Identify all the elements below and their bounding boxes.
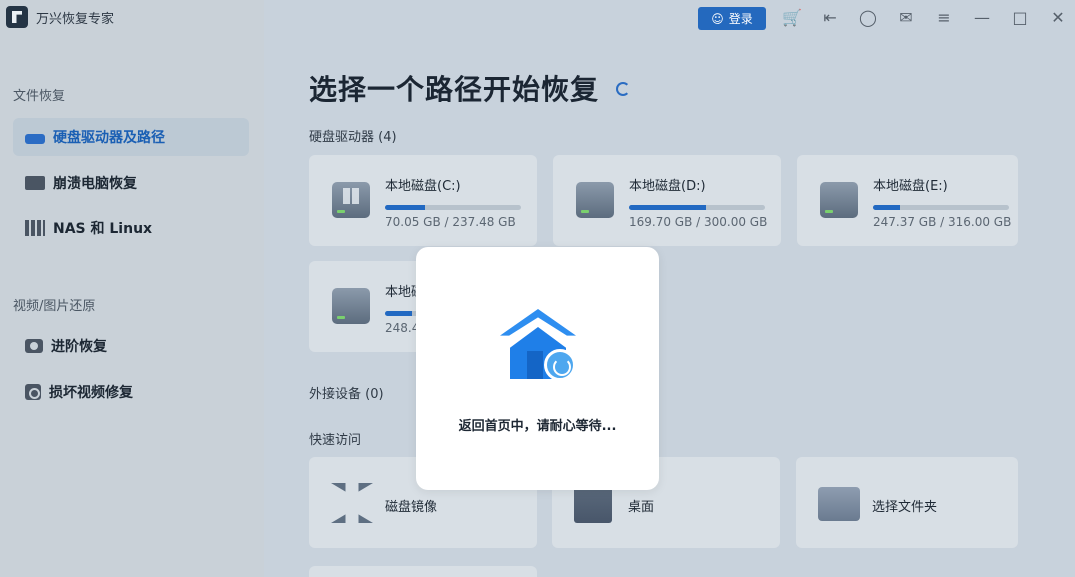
export-icon[interactable]: ⇤ — [820, 9, 840, 27]
app-title: 万兴恢复专家 — [6, 6, 114, 28]
drive-usage-bar — [629, 205, 765, 210]
login-button[interactable]: ☺ 登录 — [698, 7, 766, 30]
minimize-icon[interactable]: — — [972, 9, 992, 27]
quick-select-folder[interactable]: 选择文件夹 — [796, 457, 1018, 548]
loading-dialog: 返回首页中，请耐心等待... — [416, 247, 659, 490]
video-repair-icon — [25, 384, 41, 400]
maximize-icon[interactable]: □ — [1010, 9, 1030, 27]
drive-usage-bar — [873, 205, 1009, 210]
page-title: 选择一个路径开始恢复 — [309, 73, 600, 106]
folder-icon — [818, 487, 860, 521]
quick-access-label: 快速访问 — [309, 433, 362, 448]
headset-icon[interactable]: ◯ — [858, 9, 878, 27]
sidebar-item-label: 硬盘驱动器及路径 — [53, 130, 165, 146]
quick-name: 选择文件夹 — [872, 500, 938, 515]
disk-image-icon — [331, 483, 373, 523]
hard-drive-icon — [332, 288, 370, 324]
loading-message: 返回首页中，请耐心等待... — [458, 419, 617, 434]
sidebar-item-nas-linux[interactable]: NAS 和 Linux — [13, 209, 249, 247]
monitor-icon — [25, 176, 45, 190]
sidebar-item-label: 损坏视频修复 — [49, 385, 133, 401]
sidebar-item-advanced-recovery[interactable]: 进阶恢复 — [13, 327, 249, 365]
close-icon[interactable]: ✕ — [1048, 9, 1068, 27]
sidebar-item-label: 崩溃电脑恢复 — [53, 176, 137, 192]
user-icon: ☺ — [711, 11, 724, 26]
sidebar-item-label: 进阶恢复 — [51, 339, 107, 355]
app-name: 万兴恢复专家 — [36, 11, 115, 27]
section-video-photo: 视频/图片还原 — [13, 299, 96, 314]
drive-name: 本地磁盘(D:) — [629, 179, 706, 194]
sidebar-item-crashed-pc[interactable]: 崩溃电脑恢复 — [13, 164, 249, 202]
drive-card-c[interactable]: 本地磁盘(C:) 70.05 GB / 237.48 GB — [309, 155, 537, 246]
drive-size: 248.4 — [385, 321, 420, 335]
refresh-badge-icon — [544, 349, 576, 381]
drive-card-d[interactable]: 本地磁盘(D:) 169.70 GB / 300.00 GB — [553, 155, 781, 246]
app-logo-icon — [6, 6, 28, 28]
windows-drive-icon — [332, 182, 370, 218]
drive-size: 169.70 GB / 300.00 GB — [629, 215, 768, 229]
drive-card-e[interactable]: 本地磁盘(E:) 247.37 GB / 316.00 GB — [797, 155, 1018, 246]
drive-size: 247.37 GB / 316.00 GB — [873, 215, 1012, 229]
hard-drive-icon — [820, 182, 858, 218]
external-section-label: 外接设备 (0) — [309, 387, 384, 402]
drive-name: 本地磁盘(E:) — [873, 179, 948, 194]
menu-icon[interactable]: ≡ — [934, 9, 954, 27]
refresh-icon[interactable] — [616, 82, 630, 96]
login-label: 登录 — [728, 12, 753, 26]
hard-drive-icon — [25, 134, 45, 144]
hard-drive-icon — [576, 182, 614, 218]
drive-name: 本地磁盘(C:) — [385, 179, 461, 194]
camera-icon — [25, 339, 43, 353]
quick-name: 桌面 — [628, 500, 655, 515]
sidebar-item-video-repair[interactable]: 损坏视频修复 — [13, 373, 249, 411]
drive-usage-bar — [385, 205, 521, 210]
quick-card-partial[interactable] — [309, 566, 537, 577]
quick-name: 磁盘镜像 — [385, 500, 438, 515]
section-file-recovery: 文件恢复 — [13, 89, 66, 104]
mail-icon[interactable]: ✉ — [896, 9, 916, 27]
nas-icon — [25, 220, 45, 236]
cart-icon[interactable]: 🛒 — [782, 9, 802, 27]
sidebar: 万兴恢复专家 文件恢复 硬盘驱动器及路径 崩溃电脑恢复 NAS 和 Linux … — [0, 0, 264, 577]
sidebar-item-hard-drives[interactable]: 硬盘驱动器及路径 — [13, 118, 249, 156]
sidebar-item-label: NAS 和 Linux — [53, 221, 153, 237]
drives-section-label: 硬盘驱动器 (4) — [309, 130, 397, 145]
home-loading-icon — [500, 309, 576, 381]
drive-size: 70.05 GB / 237.48 GB — [385, 215, 516, 229]
